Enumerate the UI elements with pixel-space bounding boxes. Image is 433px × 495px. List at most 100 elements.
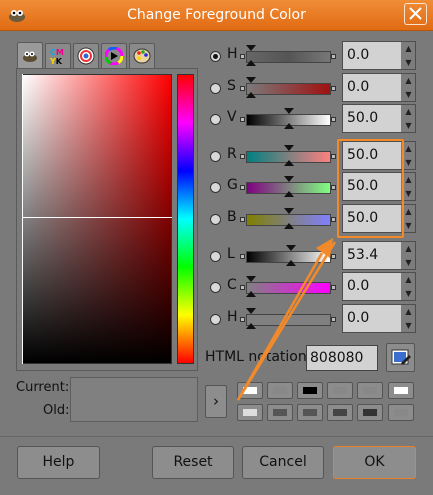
channel-radio-3[interactable] (210, 151, 221, 162)
slider-end-right (331, 317, 336, 322)
ok-button[interactable]: OK (333, 446, 416, 479)
tab-palette[interactable] (129, 43, 155, 68)
slider-marker-bottom[interactable] (246, 323, 256, 329)
help-button[interactable]: Help (17, 446, 100, 479)
slider-marker-bottom[interactable] (286, 260, 297, 266)
history-color-button[interactable] (267, 382, 293, 399)
spin-up-icon[interactable]: ▲ (402, 242, 415, 255)
channel-spinbutton[interactable]: 0.0 ▲ ▼ (342, 41, 416, 70)
slider-marker-top[interactable] (246, 276, 256, 282)
slider-marker-top[interactable] (283, 208, 294, 214)
channel-radio-6[interactable] (210, 251, 221, 262)
spin-down-icon[interactable]: ▼ (402, 287, 415, 300)
history-color (333, 387, 347, 394)
tab-cmyk[interactable]: CM YK (45, 43, 71, 68)
slider-marker-top[interactable] (283, 145, 294, 151)
spin-up-icon[interactable]: ▲ (402, 74, 415, 87)
slider-marker-top[interactable] (286, 245, 297, 251)
slider-end-right (331, 285, 336, 290)
slider-marker-bottom[interactable] (283, 123, 294, 129)
history-color-button[interactable] (357, 404, 383, 421)
channel-radio-7[interactable] (210, 282, 221, 293)
slider-marker-bottom[interactable] (246, 60, 256, 66)
spin-down-icon[interactable]: ▼ (402, 88, 415, 101)
slider-marker-bottom[interactable] (283, 223, 294, 229)
channel-value[interactable]: 53.4 (343, 242, 401, 269)
slider-marker-top[interactable] (283, 176, 294, 182)
spin-down-icon[interactable]: ▼ (402, 319, 415, 332)
channel-radio-8[interactable] (210, 314, 221, 325)
channel-spinbutton[interactable]: 0.0 ▲ ▼ (342, 304, 416, 333)
channel-slider[interactable] (246, 83, 331, 95)
slider-marker-bottom[interactable] (246, 291, 256, 297)
svg-text:CM: CM (50, 48, 64, 57)
slider-marker-top[interactable] (283, 108, 294, 114)
hue-strip[interactable] (177, 74, 194, 364)
slider-marker-top[interactable] (246, 77, 256, 83)
channel-slider[interactable] (246, 282, 331, 294)
slider-end-left (240, 117, 245, 122)
history-color-button[interactable] (237, 404, 263, 421)
slider-marker-bottom[interactable] (283, 160, 294, 166)
close-icon (409, 7, 422, 20)
channel-spinbutton[interactable]: 50.0 ▲ ▼ (342, 104, 416, 133)
history-color-button[interactable] (267, 404, 293, 421)
channel-radio-5[interactable] (210, 214, 221, 225)
tab-watercolor[interactable] (73, 43, 99, 68)
palette-icon (130, 44, 154, 68)
add-to-history-button[interactable]: › (205, 385, 227, 418)
saturation-value-field[interactable] (22, 74, 172, 364)
spin-up-icon[interactable]: ▲ (402, 273, 415, 286)
cancel-button[interactable]: Cancel (242, 446, 324, 479)
slider-marker-top[interactable] (246, 45, 256, 51)
slider-marker-bottom[interactable] (246, 92, 256, 98)
channel-spinbutton[interactable]: 0.0 ▲ ▼ (342, 73, 416, 102)
channel-value[interactable]: 0.0 (343, 42, 401, 69)
spin-down-icon[interactable]: ▼ (402, 119, 415, 132)
channel-spinbutton[interactable]: 0.0 ▲ ▼ (342, 272, 416, 301)
channel-spinbutton[interactable]: 53.4 ▲ ▼ (342, 241, 416, 270)
channel-value[interactable]: 0.0 (343, 305, 401, 332)
channel-value[interactable]: 50.0 (343, 105, 401, 132)
cmyk-icon: CM YK (46, 44, 70, 68)
history-color-button[interactable] (357, 382, 383, 399)
spin-up-icon[interactable]: ▲ (402, 305, 415, 318)
spin-up-icon[interactable]: ▲ (402, 42, 415, 55)
slider-marker-top[interactable] (246, 308, 256, 314)
history-color (273, 387, 287, 394)
history-color-button[interactable] (297, 382, 323, 399)
history-color (273, 409, 287, 416)
channel-radio-1[interactable] (210, 83, 221, 94)
close-button[interactable] (404, 3, 427, 25)
window-title: Change Foreground Color (127, 7, 306, 23)
history-color-button[interactable] (388, 404, 414, 421)
history-color (394, 409, 408, 416)
tab-gimp-selector[interactable] (17, 42, 43, 68)
channel-value[interactable]: 0.0 (343, 273, 401, 300)
slider-end-left (240, 317, 245, 322)
history-color-button[interactable] (297, 404, 323, 421)
reset-button[interactable]: Reset (152, 446, 234, 479)
history-color-button[interactable] (388, 382, 414, 399)
tab-color-wheel[interactable] (101, 43, 127, 68)
slider-end-left (240, 217, 245, 222)
slider-marker-bottom[interactable] (283, 191, 294, 197)
channel-slider[interactable] (246, 314, 331, 326)
channel-value[interactable]: 0.0 (343, 74, 401, 101)
history-color-button[interactable] (237, 382, 263, 399)
channel-radio-4[interactable] (210, 182, 221, 193)
spin-up-icon[interactable]: ▲ (402, 105, 415, 118)
channel-radio-2[interactable] (210, 114, 221, 125)
html-notation-input[interactable]: 808080 (306, 345, 378, 371)
spin-down-icon[interactable]: ▼ (402, 56, 415, 69)
channel-slider[interactable] (246, 51, 331, 63)
color-picker-button[interactable] (386, 343, 415, 372)
spin-down-icon[interactable]: ▼ (402, 256, 415, 269)
color-swatch (70, 377, 198, 422)
html-notation-label: HTML notation: (205, 349, 312, 365)
channel-radio-0[interactable] (210, 51, 221, 62)
history-color-button[interactable] (327, 404, 353, 421)
slider-end-right (331, 154, 336, 159)
slider-end-right (331, 185, 336, 190)
history-color-button[interactable] (327, 382, 353, 399)
